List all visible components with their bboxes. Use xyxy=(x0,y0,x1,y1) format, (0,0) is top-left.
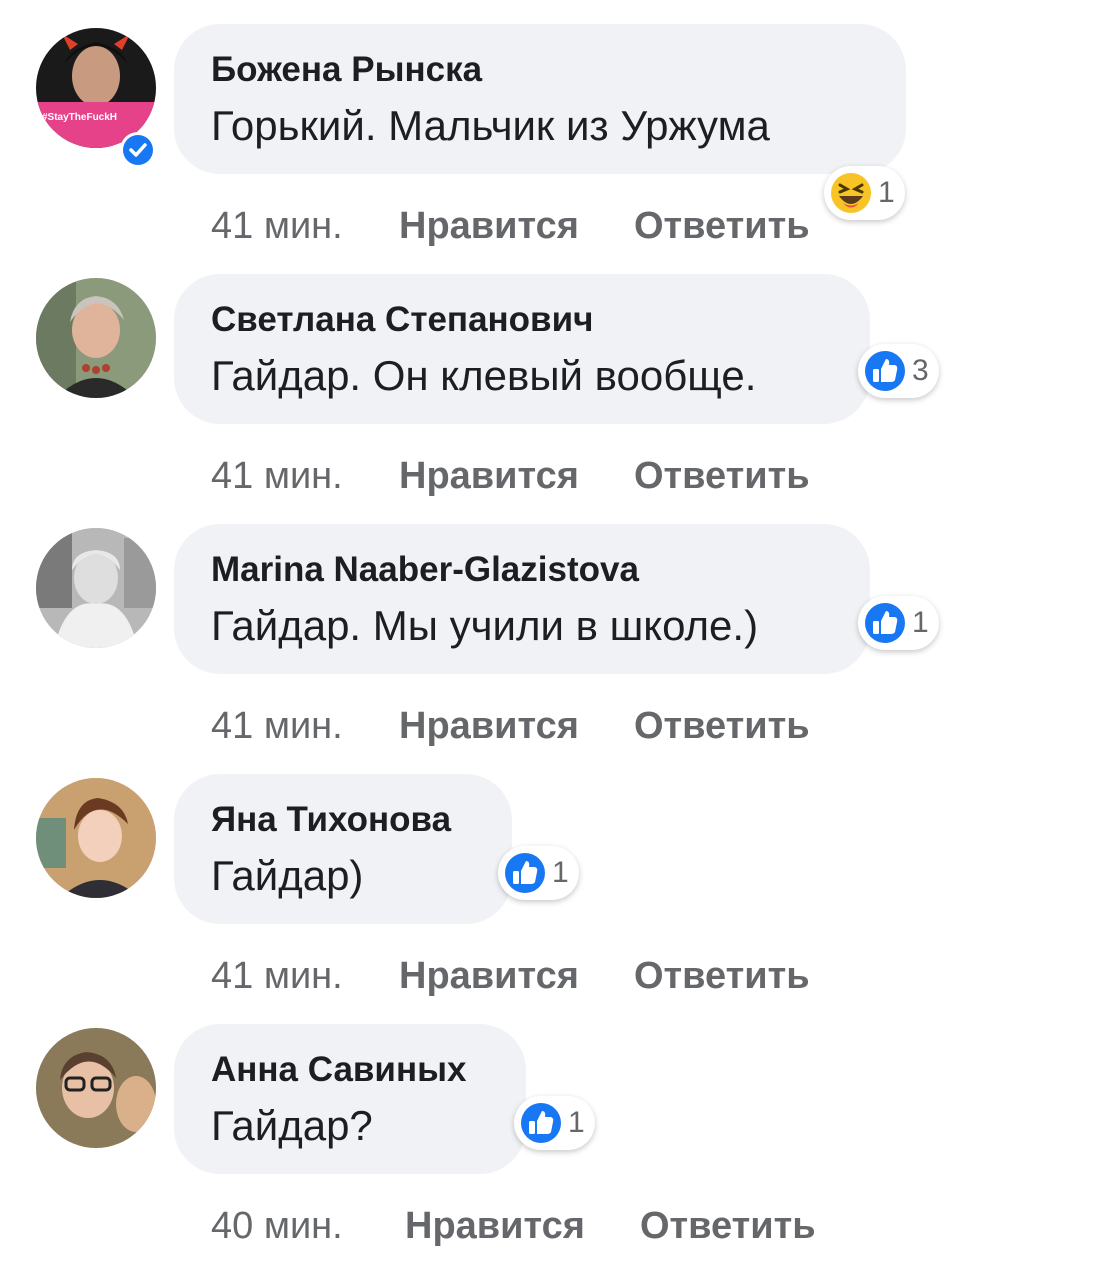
reaction-count: 1 xyxy=(568,1106,585,1139)
reply-button[interactable]: Ответить xyxy=(634,205,810,248)
comment-bubble[interactable]: Светлана Степанович Гайдар. Он клевый во… xyxy=(174,274,870,424)
reply-button[interactable]: Ответить xyxy=(634,455,810,498)
comment-bubble[interactable]: Яна Тихонова Гайдар) xyxy=(174,774,512,924)
comment-thread: #StayTheFuckH Божена Рынска Горький. Мал… xyxy=(0,0,1118,1280)
avatar[interactable]: #StayTheFuckH xyxy=(36,28,156,148)
reply-button[interactable]: Ответить xyxy=(634,955,810,998)
comment-author[interactable]: Яна Тихонова xyxy=(211,800,451,840)
comment-item: Яна Тихонова Гайдар) 1 41 мин. Нравится … xyxy=(0,772,1118,1022)
reaction-count: 1 xyxy=(912,606,929,639)
comment-actions: 41 мин. Нравится Ответить xyxy=(211,955,911,1005)
avatar[interactable] xyxy=(36,528,156,648)
comment-text: Горький. Мальчик из Уржума xyxy=(211,102,770,149)
like-button[interactable]: Нравится xyxy=(399,955,579,998)
comment-bubble[interactable]: Божена Рынска Горький. Мальчик из Уржума xyxy=(174,24,906,174)
reaction-summary[interactable]: 1 xyxy=(498,846,579,900)
comment-text: Гайдар. Мы учили в школе.) xyxy=(211,602,759,649)
like-button[interactable]: Нравится xyxy=(405,1205,585,1248)
avatar-badge-text: #StayTheFuckH xyxy=(42,112,118,123)
comment-text: Гайдар? xyxy=(211,1102,373,1149)
comment-text: Гайдар. Он клевый вообще. xyxy=(211,352,757,399)
comment-item: Marina Naaber-Glazistova Гайдар. Мы учил… xyxy=(0,522,1118,772)
like-button[interactable]: Нравится xyxy=(399,455,579,498)
comment-author[interactable]: Светлана Степанович xyxy=(211,300,593,340)
reaction-count: 3 xyxy=(912,354,929,387)
avatar[interactable] xyxy=(36,1028,156,1148)
comment-item: #StayTheFuckH Божена Рынска Горький. Мал… xyxy=(0,22,1118,272)
comment-actions: 41 мин. Нравится Ответить xyxy=(211,205,911,255)
comment-timestamp[interactable]: 41 мин. xyxy=(211,705,343,748)
like-button[interactable]: Нравится xyxy=(399,205,579,248)
comment-text: Гайдар) xyxy=(211,852,364,899)
like-reaction-icon xyxy=(865,351,905,391)
comment-actions: 41 мин. Нравится Ответить xyxy=(211,455,911,505)
comment-bubble[interactable]: Marina Naaber-Glazistova Гайдар. Мы учил… xyxy=(174,524,870,674)
comment-timestamp[interactable]: 41 мин. xyxy=(211,955,343,998)
reaction-summary[interactable]: 1 xyxy=(514,1096,595,1150)
reaction-summary[interactable]: 3 xyxy=(858,344,939,398)
comment-timestamp[interactable]: 41 мин. xyxy=(211,205,343,248)
avatar[interactable] xyxy=(36,278,156,398)
comment-timestamp[interactable]: 41 мин. xyxy=(211,455,343,498)
verified-badge-icon xyxy=(120,132,156,168)
like-reaction-icon xyxy=(865,603,905,643)
comment-timestamp[interactable]: 40 мин. xyxy=(211,1205,343,1248)
reply-button[interactable]: Ответить xyxy=(634,705,810,748)
comment-item: Светлана Степанович Гайдар. Он клевый во… xyxy=(0,272,1118,522)
like-reaction-icon xyxy=(521,1103,561,1143)
comment-actions: 40 мин. Нравится Ответить xyxy=(211,1205,911,1255)
comment-bubble[interactable]: Анна Савиных Гайдар? xyxy=(174,1024,526,1174)
comment-author[interactable]: Божена Рынска xyxy=(211,50,482,90)
comment-author[interactable]: Marina Naaber-Glazistova xyxy=(211,550,639,590)
comment-item: Анна Савиных Гайдар? 1 40 мин. Нравится … xyxy=(0,1022,1118,1272)
like-button[interactable]: Нравится xyxy=(399,705,579,748)
avatar[interactable] xyxy=(36,778,156,898)
reaction-summary[interactable]: 1 xyxy=(858,596,939,650)
like-reaction-icon xyxy=(505,853,545,893)
reply-button[interactable]: Ответить xyxy=(640,1205,816,1248)
comment-actions: 41 мин. Нравится Ответить xyxy=(211,705,911,755)
comment-author[interactable]: Анна Савиных xyxy=(211,1050,466,1090)
reaction-count: 1 xyxy=(552,856,569,889)
